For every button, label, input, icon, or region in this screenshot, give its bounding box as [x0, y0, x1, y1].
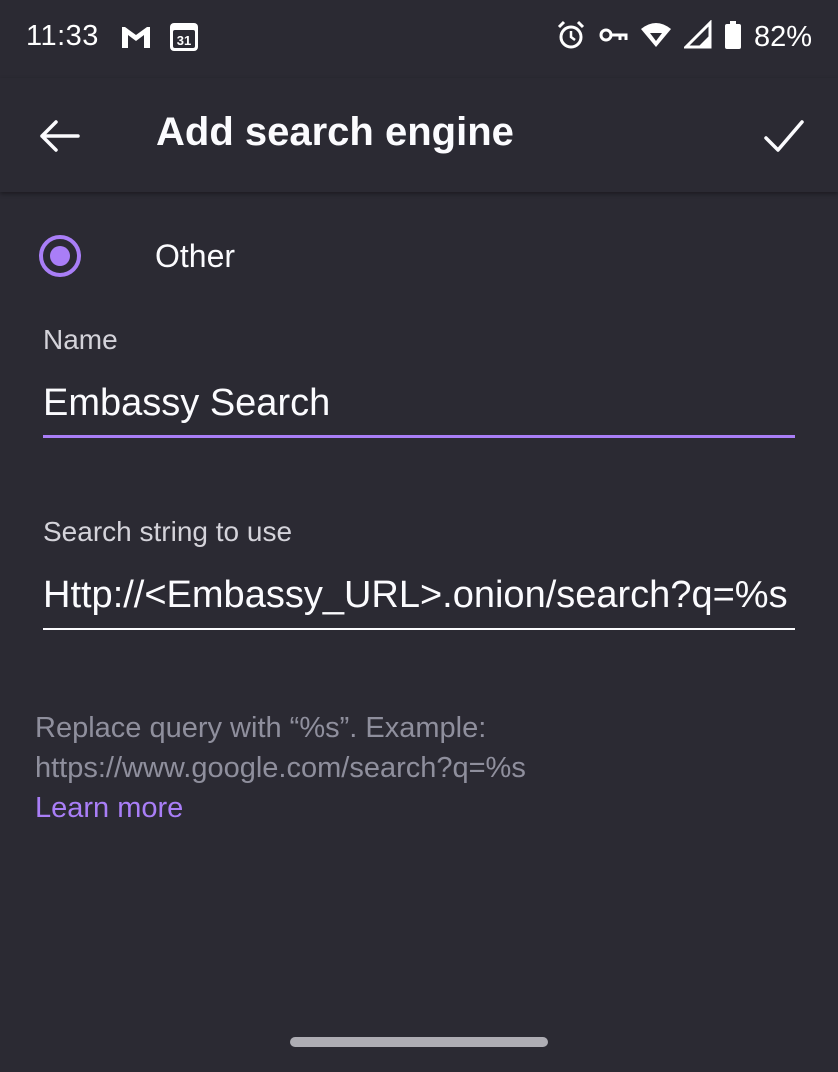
name-field[interactable]: Embassy Search	[43, 382, 330, 425]
search-string-field-label: Search string to use	[43, 516, 293, 547]
wifi-icon	[640, 20, 672, 55]
cell-signal-icon	[682, 19, 712, 55]
back-button[interactable]	[36, 112, 84, 160]
calendar-icon: 31	[168, 22, 200, 57]
name-field-label: Name	[43, 324, 118, 355]
engine-option-label: Other	[155, 238, 236, 274]
engine-option-other[interactable]: Other	[0, 228, 838, 286]
alarm-icon	[556, 20, 586, 55]
arrow-left-icon	[40, 120, 80, 152]
battery-icon	[724, 20, 742, 55]
save-button[interactable]	[760, 112, 808, 160]
gmail-icon	[120, 22, 152, 57]
system-icons: 82%	[556, 19, 812, 55]
vpn-key-icon	[598, 20, 628, 55]
name-field-underline	[43, 435, 795, 438]
status-time: 11:33	[26, 20, 99, 52]
search-string-field-underline	[43, 628, 795, 630]
battery-percent: 82%	[753, 21, 812, 53]
app-bar: Add search engine	[0, 78, 838, 192]
helper-text-line1: Replace query with “%s”. Example:	[35, 712, 487, 744]
checkmark-icon	[764, 120, 804, 152]
learn-more-link[interactable]: Learn more	[35, 792, 183, 825]
search-string-field[interactable]: Http://<Embassy_URL>.onion/search?q=%s	[43, 574, 788, 617]
page-title: Add search engine	[156, 110, 514, 154]
calendar-day-text: 31	[177, 33, 191, 48]
helper-text-line2: https://www.google.com/search?q=%s	[35, 752, 526, 784]
notification-icons: 31	[120, 22, 200, 57]
radio-selected-icon[interactable]	[39, 235, 81, 277]
home-gesture-bar[interactable]	[290, 1037, 548, 1047]
status-bar: 11:33 31 82%	[0, 0, 838, 78]
